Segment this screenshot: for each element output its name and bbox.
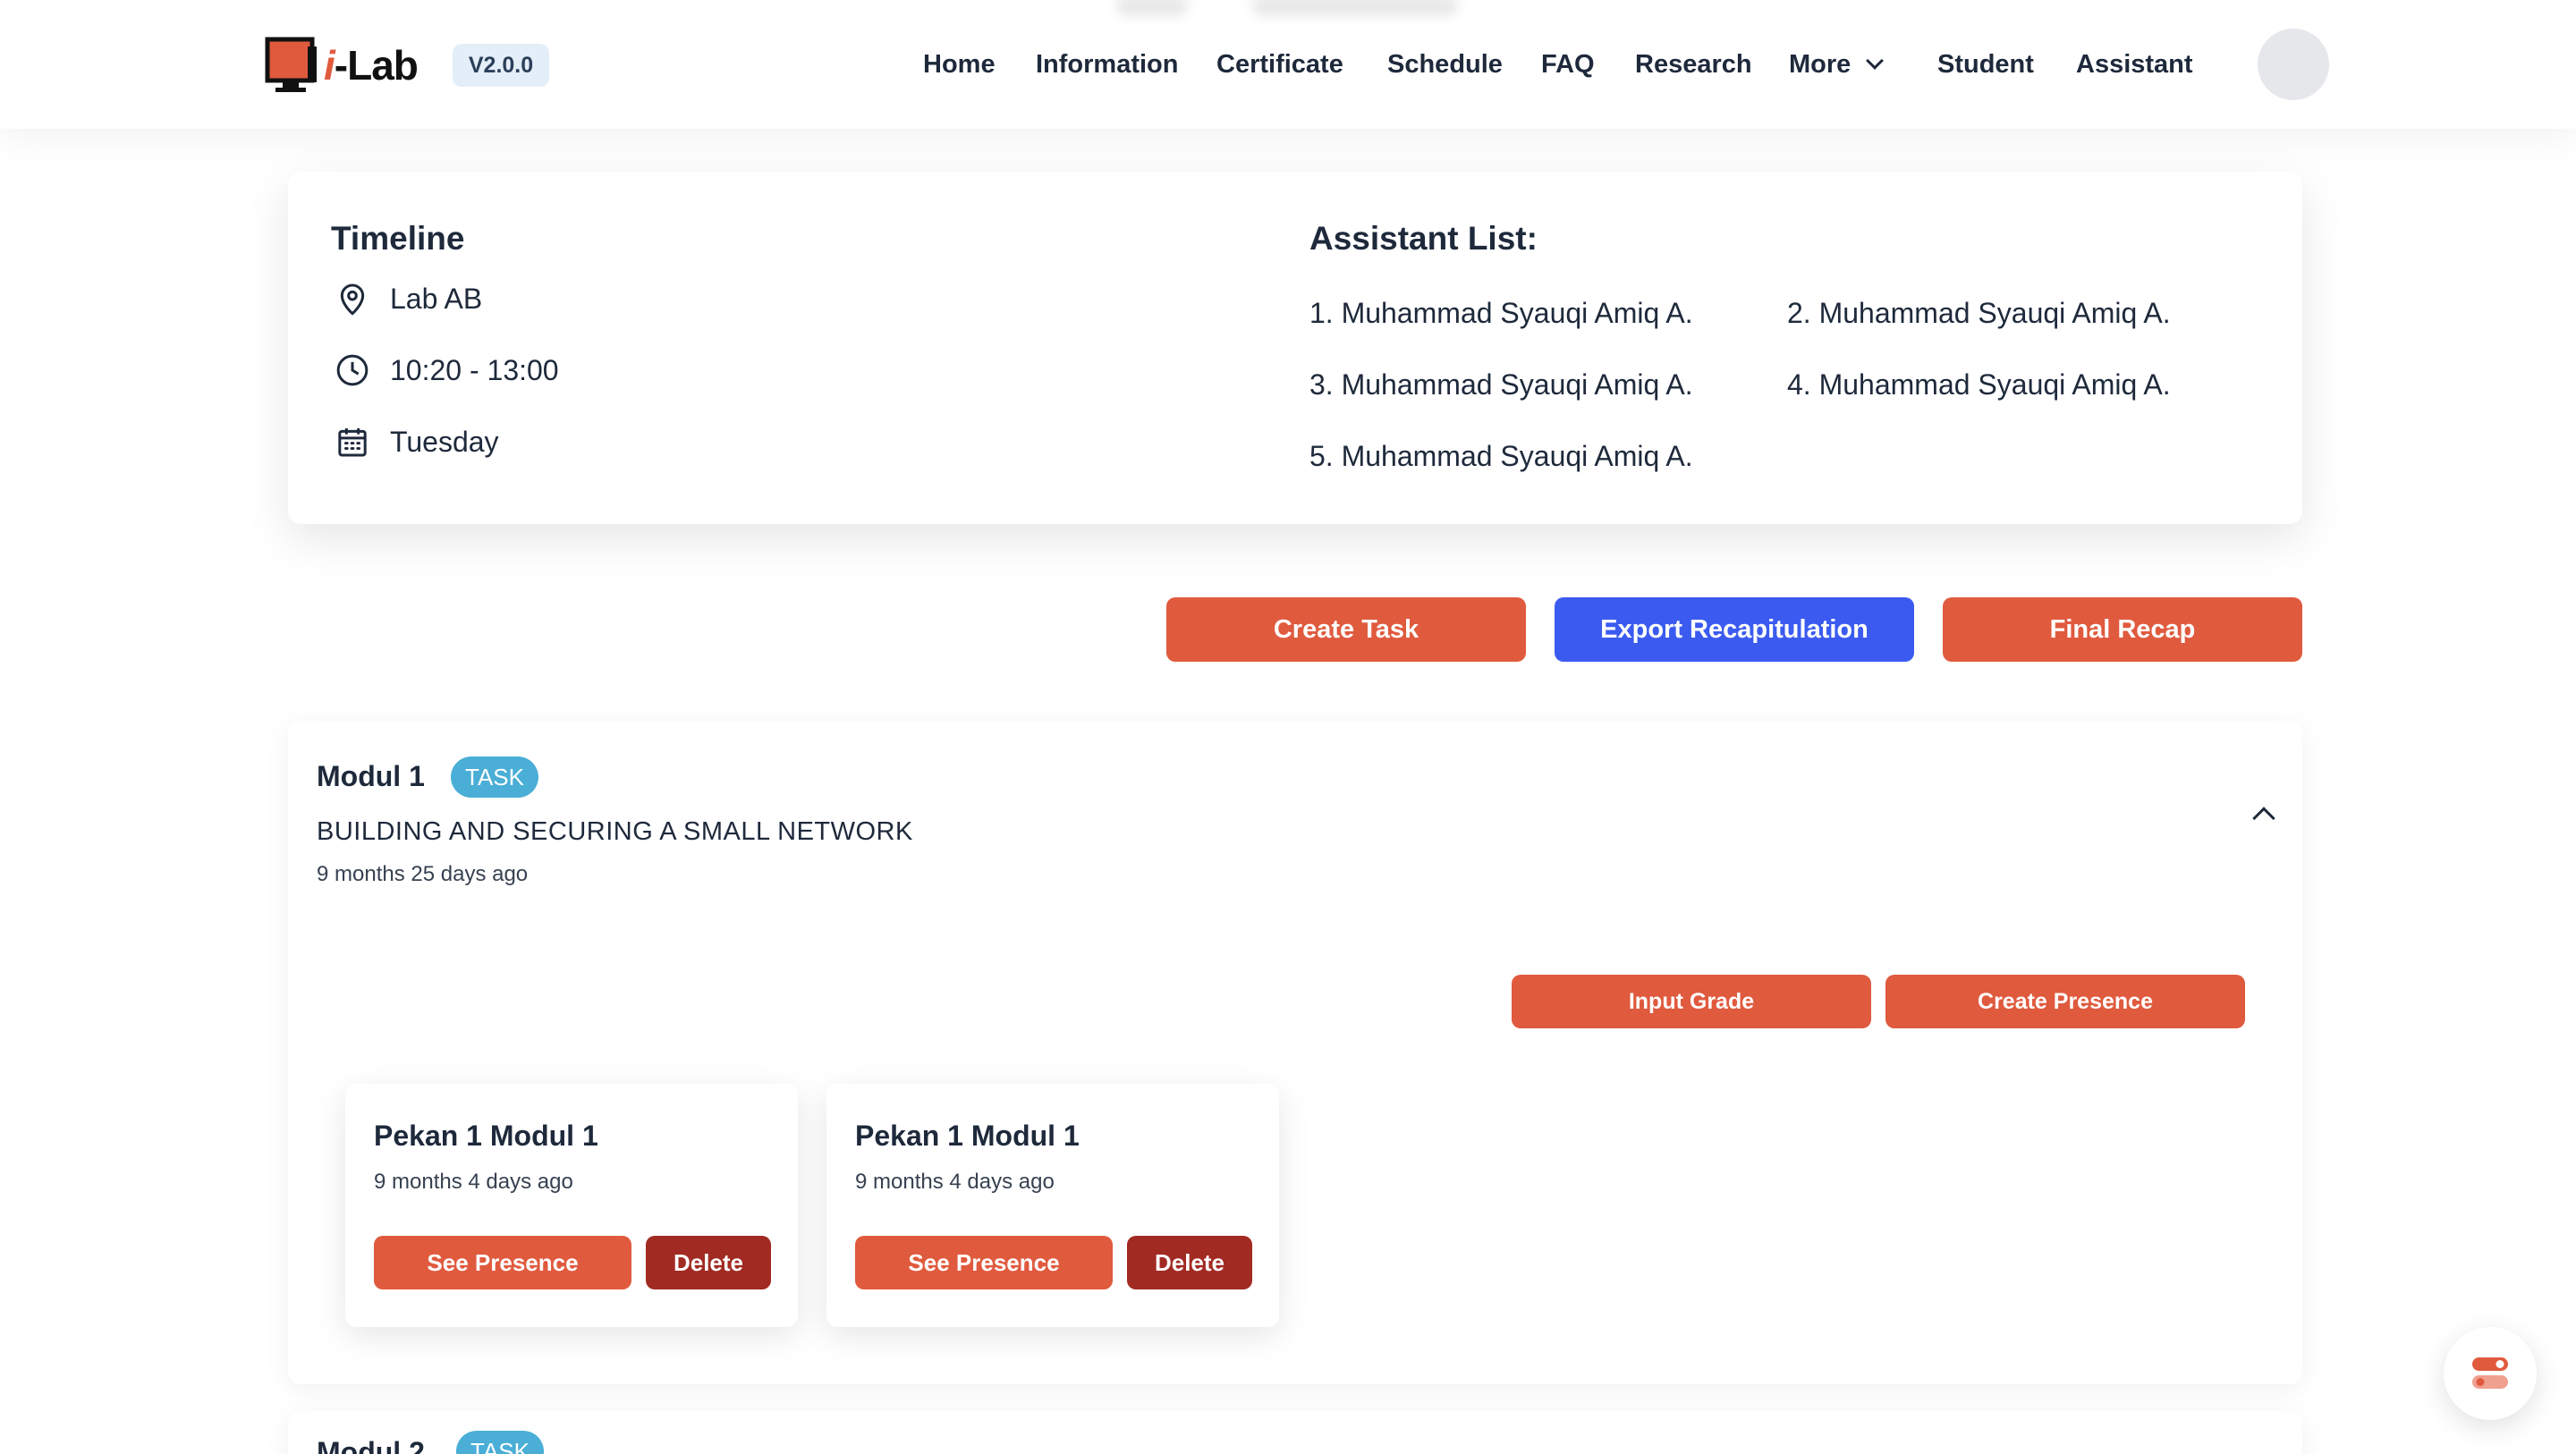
nav-faq[interactable]: FAQ — [1541, 50, 1595, 80]
time-row: 10:20 - 13:00 — [335, 352, 559, 388]
logo-lab: -Lab — [334, 42, 419, 89]
logo[interactable]: i-Lab — [265, 34, 419, 97]
logo-i: i — [324, 42, 335, 89]
day-text: Tuesday — [390, 425, 499, 458]
navbar: i-Lab V2.0.0 Home Information Certificat… — [0, 0, 2576, 129]
meeting-timestamp: 9 months 4 days ago — [855, 1170, 1055, 1194]
map-pin-icon — [340, 283, 365, 316]
assistant-item: 3. Muhammad Syauqi Amiq A. — [1309, 368, 1693, 401]
final-recap-button[interactable]: Final Recap — [1943, 597, 2302, 662]
ghost-shape — [1116, 0, 1188, 16]
delete-button[interactable]: Delete — [1127, 1236, 1252, 1289]
nav-home[interactable]: Home — [923, 50, 996, 80]
assistant-item: 4. Muhammad Syauqi Amiq A. — [1787, 368, 2171, 401]
modul-card: Modul 1 TASK BUILDING AND SECURING A SMA… — [288, 721, 2302, 1384]
task-badge: TASK — [451, 757, 538, 798]
meeting-card: Pekan 1 Modul 1 9 months 4 days ago See … — [826, 1084, 1279, 1327]
timeline-card: Timeline Lab AB 10:20 - 13:00 Tuesday As… — [288, 172, 2302, 524]
timeline-title: Timeline — [331, 220, 465, 257]
nav-more[interactable]: More — [1789, 49, 1885, 80]
chevron-down-icon — [1866, 51, 1885, 70]
modul-subtitle: BUILDING AND SECURING A SMALL NETWORK — [317, 817, 913, 846]
logo-mark-icon — [265, 34, 320, 97]
nav-student[interactable]: Student — [1937, 50, 2034, 80]
nav-assistant[interactable]: Assistant — [2076, 50, 2193, 80]
input-grade-button[interactable]: Input Grade — [1512, 975, 1871, 1028]
logo-text: i-Lab — [324, 41, 419, 89]
nav-research[interactable]: Research — [1635, 50, 1752, 80]
clock-icon — [336, 354, 369, 386]
chevron-up-icon[interactable] — [2252, 807, 2275, 830]
delete-button[interactable]: Delete — [646, 1236, 771, 1289]
modul-timestamp: 9 months 25 days ago — [317, 862, 529, 886]
calendar-icon — [338, 428, 367, 457]
avatar[interactable] — [2258, 29, 2329, 100]
create-presence-button[interactable]: Create Presence — [1885, 975, 2245, 1028]
meeting-card: Pekan 1 Modul 1 9 months 4 days ago See … — [345, 1084, 798, 1327]
assistant-item: 1. Muhammad Syauqi Amiq A. — [1309, 297, 1693, 329]
nav-certificate[interactable]: Certificate — [1216, 50, 1343, 80]
see-presence-button[interactable]: See Presence — [374, 1236, 631, 1289]
version-badge: V2.0.0 — [453, 44, 549, 87]
modul-title: Modul 1 — [317, 760, 425, 792]
nav-schedule[interactable]: Schedule — [1387, 50, 1503, 80]
modul-title: Modul 2 — [317, 1436, 425, 1454]
meeting-title: Pekan 1 Modul 1 — [855, 1120, 1080, 1152]
day-row: Tuesday — [335, 424, 499, 460]
assistant-item: 2. Muhammad Syauqi Amiq A. — [1787, 297, 2171, 329]
time-text: 10:20 - 13:00 — [390, 353, 559, 386]
assistant-list-title: Assistant List: — [1309, 220, 1538, 257]
meeting-timestamp: 9 months 4 days ago — [374, 1170, 573, 1194]
location-text: Lab AB — [390, 282, 483, 315]
nav-information[interactable]: Information — [1036, 50, 1179, 80]
modul-card: Modul 2 TASK — [288, 1411, 2302, 1454]
assistant-item: 5. Muhammad Syauqi Amiq A. — [1309, 440, 1693, 472]
meeting-title: Pekan 1 Modul 1 — [374, 1120, 598, 1152]
create-task-button[interactable]: Create Task — [1166, 597, 1526, 662]
see-presence-button[interactable]: See Presence — [855, 1236, 1113, 1289]
ghost-shape — [1252, 0, 1458, 16]
nav-more-label: More — [1789, 49, 1852, 79]
toggle-icon — [2472, 1357, 2508, 1389]
export-recapitulation-button[interactable]: Export Recapitulation — [1555, 597, 1914, 662]
floating-toggle-button[interactable] — [2444, 1327, 2537, 1420]
task-badge: TASK — [456, 1431, 544, 1454]
location-row: Lab AB — [335, 281, 482, 317]
